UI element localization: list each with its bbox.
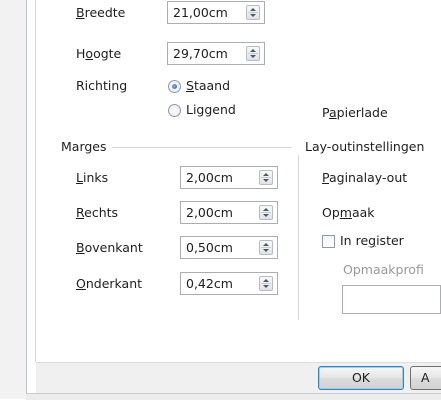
reference-style-label: Opmaakprofi <box>343 262 424 277</box>
bottom-margin-value: 0,42cm <box>186 276 233 291</box>
spin-down-icon <box>250 55 256 58</box>
orientation-label: Richting <box>76 78 128 93</box>
height-spinbox[interactable]: 29,70cm <box>167 42 265 65</box>
spin-down-icon <box>263 285 269 288</box>
top-margin-label: Bovenkant <box>76 240 143 255</box>
height-spin-buttons[interactable] <box>246 46 260 61</box>
spin-up-icon <box>250 49 256 52</box>
margins-section-title: Marges <box>61 139 107 154</box>
format-label: Opmaak <box>322 205 375 220</box>
margins-divider <box>112 147 292 148</box>
height-label: Hoogte <box>76 46 122 61</box>
spin-up-icon <box>250 8 256 11</box>
section-separator <box>298 155 299 320</box>
width-value: 21,00cm <box>173 5 228 20</box>
landscape-radio[interactable] <box>168 104 181 117</box>
bottom-margin-spinbox[interactable]: 0,42cm <box>180 272 278 295</box>
left-margin-spin-buttons[interactable] <box>259 170 273 185</box>
width-spinbox[interactable]: 21,00cm <box>167 1 265 24</box>
paper-tray-label: Papierlade <box>322 105 388 120</box>
landscape-label[interactable]: Liggend <box>186 102 236 118</box>
spin-up-icon <box>263 208 269 211</box>
register-checkbox[interactable] <box>322 235 335 248</box>
spin-down-icon <box>263 249 269 252</box>
spin-down-icon <box>250 14 256 17</box>
window-frame-left <box>0 0 26 399</box>
spin-up-icon <box>263 173 269 176</box>
top-margin-spinbox[interactable]: 0,50cm <box>180 236 278 259</box>
register-label[interactable]: In register <box>340 233 404 249</box>
layout-section-title: Lay-outinstellingen <box>305 139 425 154</box>
spin-down-icon <box>263 179 269 182</box>
reference-style-field[interactable] <box>342 285 441 314</box>
left-margin-value: 2,00cm <box>186 170 233 185</box>
portrait-label[interactable]: Staand <box>186 78 230 94</box>
portrait-radio[interactable] <box>168 80 181 93</box>
spin-down-icon <box>263 214 269 217</box>
tab-page-border <box>35 0 36 362</box>
right-margin-spinbox[interactable]: 2,00cm <box>180 201 278 224</box>
width-spin-buttons[interactable] <box>246 5 260 20</box>
right-margin-value: 2,00cm <box>186 205 233 220</box>
right-margin-label: Rechts <box>76 205 119 220</box>
spin-up-icon <box>263 279 269 282</box>
page-layout-label: Paginalay-out <box>322 170 408 185</box>
left-margin-spinbox[interactable]: 2,00cm <box>180 166 278 189</box>
next-button[interactable]: A <box>410 366 441 390</box>
width-label: Breedte <box>76 5 126 20</box>
top-margin-spin-buttons[interactable] <box>259 240 273 255</box>
spin-up-icon <box>263 243 269 246</box>
bottom-margin-label: Onderkant <box>76 276 143 291</box>
bottom-margin-spin-buttons[interactable] <box>259 276 273 291</box>
right-margin-spin-buttons[interactable] <box>259 205 273 220</box>
ok-button[interactable]: OK <box>318 366 404 390</box>
window-frame-border <box>26 0 27 399</box>
left-margin-label: Links <box>76 170 109 185</box>
height-value: 29,70cm <box>173 46 228 61</box>
top-margin-value: 0,50cm <box>186 240 233 255</box>
